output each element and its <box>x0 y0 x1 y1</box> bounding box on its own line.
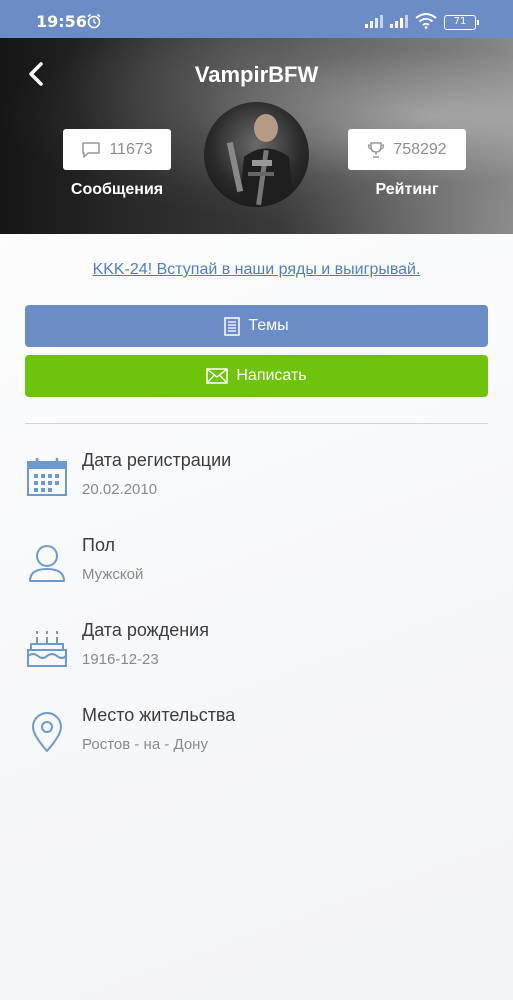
status-time: 19:56 <box>36 12 87 31</box>
battery-indicator: 71 <box>444 15 479 30</box>
avatar-image <box>226 114 294 207</box>
registration-value: 20.02.2010 <box>82 481 158 498</box>
info-row-location: Место жительства Ростов - на - Дону <box>0 705 513 775</box>
topics-button[interactable]: Темы <box>25 305 488 347</box>
alarm-clock-icon <box>87 13 101 29</box>
promo-link[interactable]: KKK-24! Вступай в наши ряды и выигрывай. <box>0 261 513 279</box>
avatar <box>204 102 309 207</box>
messages-count: 11673 <box>109 140 153 158</box>
rating-label: Рейтинг <box>375 181 439 198</box>
profile-username: VampirBFW <box>194 62 319 87</box>
info-row-gender: Пол Мужской <box>0 535 513 605</box>
signal-icon <box>390 15 408 28</box>
messages-count-box[interactable]: 11673 <box>63 129 171 170</box>
wifi-icon <box>415 13 437 29</box>
registration-title: Дата регистрации <box>82 450 232 470</box>
rating-box[interactable]: 758292 <box>348 129 466 170</box>
location-value: Ростов - на - Дону <box>82 736 208 753</box>
rating-value: 758292 <box>393 140 447 158</box>
birthday-cake-icon <box>27 631 67 667</box>
gender-title: Пол <box>82 535 116 555</box>
info-row-registration: Дата регистрации 20.02.2010 <box>0 450 513 520</box>
topics-button-label: Темы <box>248 317 289 334</box>
document-list-icon <box>224 316 241 336</box>
speech-bubble-icon <box>82 141 101 158</box>
write-button-label: Написать <box>236 367 307 384</box>
location-title: Место жительства <box>82 705 236 725</box>
birthdate-value: 1916-12-23 <box>82 651 159 668</box>
signal-icon <box>365 15 383 28</box>
profile-header: VampirBFW 11673 Сообщения 758292 Рейтинг <box>0 38 513 234</box>
calendar-icon <box>27 458 67 496</box>
birthdate-title: Дата рождения <box>82 620 209 640</box>
divider <box>25 423 488 424</box>
messages-label: Сообщения <box>70 181 164 198</box>
write-button[interactable]: Написать <box>25 355 488 397</box>
person-icon <box>29 545 65 582</box>
gender-value: Мужской <box>82 566 144 583</box>
map-pin-icon <box>32 712 62 752</box>
status-bar: 19:56 71 <box>0 0 513 38</box>
info-row-birthdate: Дата рождения 1916-12-23 <box>0 620 513 690</box>
trophy-icon <box>368 141 385 158</box>
envelope-icon <box>206 368 229 384</box>
